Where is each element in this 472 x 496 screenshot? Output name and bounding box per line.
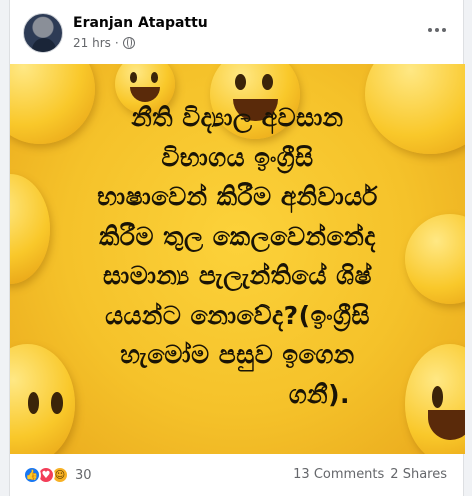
reactions-summary[interactable]: 👍 ♥ ☺ 30: [23, 466, 92, 484]
post-footer: 👍 ♥ ☺ 30 13 Comments 2 Shares: [10, 454, 465, 496]
caption-line: භාෂාවෙන් කිරීම අනිවාර්ය: [97, 182, 378, 211]
caption-line: සාමාන්‍ය පැලැන්තියේ ශිෂ්: [103, 261, 372, 290]
like-icon: 👍: [23, 466, 41, 484]
caption-line: කිරීම තුල කෙලවෙන්නේද: [99, 221, 376, 251]
caption-line: විභාගය ඉංග්‍රීසි: [161, 142, 314, 172]
author-name[interactable]: Eranjan Atapattu: [73, 15, 208, 31]
facebook-post: Eranjan Atapattu 21 hrs · නීති විද්‍යාල …: [9, 0, 465, 496]
caption-line: ගනී).: [288, 379, 350, 409]
more-options-icon[interactable]: [423, 20, 451, 40]
shares-link[interactable]: 2 Shares: [390, 467, 447, 482]
reaction-count: 30: [75, 467, 92, 483]
author-avatar[interactable]: [23, 13, 63, 53]
caption-line: හැමෝම පසුව ඉගෙන: [120, 340, 355, 369]
engagement-counts: 13 Comments 2 Shares: [293, 467, 447, 482]
post-meta: 21 hrs ·: [73, 36, 135, 50]
image-caption-text: නීති විද්‍යාල අවසාන විභාගය ඉංග්‍රීසි භාෂ…: [20, 98, 455, 414]
post-image[interactable]: නීති විද්‍යාල අවසාන විභාගය ඉංග්‍රීසි භාෂ…: [10, 64, 465, 454]
globe-icon: [122, 37, 135, 49]
caption-line: නීති විද්‍යාල අවසාන: [131, 103, 344, 132]
post-time[interactable]: 21 hrs: [73, 36, 111, 50]
comments-link[interactable]: 13 Comments: [293, 467, 384, 482]
caption-line: යයන්ට නොවේද?(ඉංග්‍රීසි: [105, 300, 370, 330]
post-header: Eranjan Atapattu 21 hrs ·: [10, 0, 465, 64]
